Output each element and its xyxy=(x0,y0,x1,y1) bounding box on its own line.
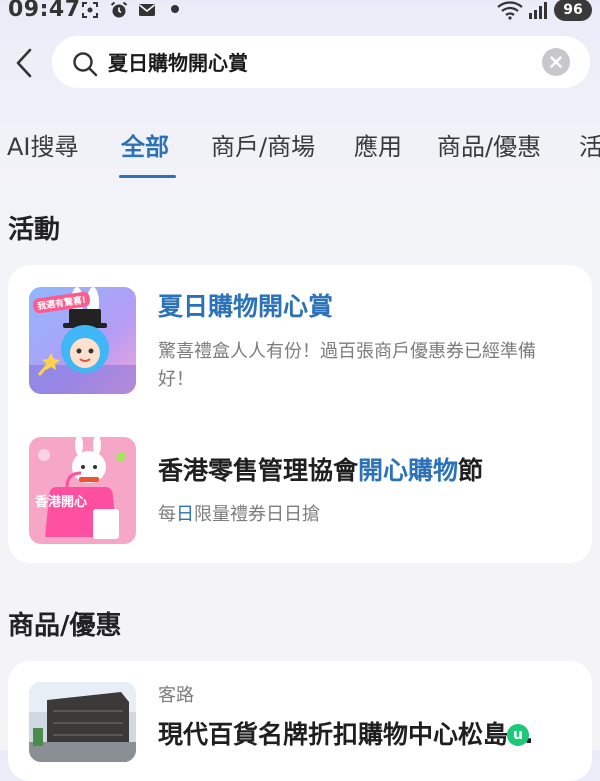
event-description: 驚喜禮盒人人有份！過百張商戶優惠券已經準備好！ xyxy=(158,341,536,390)
event-title[interactable]: 夏日購物開心賞 xyxy=(158,290,333,324)
tab-activities[interactable]: 活 xyxy=(579,131,600,163)
wifi-icon xyxy=(497,1,523,20)
festival-desc-highlight: 日 xyxy=(176,504,194,525)
status-bar: 09:47 96 xyxy=(0,0,600,24)
section-title-activities: 活動 xyxy=(8,215,61,245)
product-thumbnail[interactable] xyxy=(29,682,136,762)
festival-desc-suffix: 限量禮券日日搶 xyxy=(194,504,320,525)
back-button[interactable] xyxy=(10,46,40,80)
signal-icon xyxy=(529,2,547,19)
festival-description: 每日限量禮券日日搶 xyxy=(158,501,320,529)
tab-merchants[interactable]: 商戶/商場 xyxy=(211,131,315,163)
festival-desc-prefix: 每 xyxy=(158,504,176,525)
festival-thumbnail[interactable]: 香港開心 xyxy=(29,437,136,544)
tab-products-offers[interactable]: 商品/優惠 xyxy=(437,131,541,163)
festival-title[interactable]: 香港零售管理協會開心購物節 xyxy=(158,454,483,488)
festival-title-highlight: 開心購物 xyxy=(358,456,459,485)
tab-apps[interactable]: 應用 xyxy=(354,131,402,163)
product-category: 客路 xyxy=(158,685,194,706)
building-image xyxy=(29,682,136,762)
clear-search-button[interactable] xyxy=(542,48,570,76)
floating-chat-icon[interactable]: u xyxy=(507,724,529,746)
search-input[interactable]: 夏日購物開心賞 xyxy=(108,48,248,78)
thumbnail-badge: 香港開心 xyxy=(35,495,88,510)
section-title-products: 商品/優惠 xyxy=(8,611,122,641)
festival-title-suffix: 節 xyxy=(458,456,484,485)
battery-indicator: 96 xyxy=(554,0,592,21)
mail-icon xyxy=(139,4,155,16)
active-tab-indicator xyxy=(119,175,176,178)
notification-dot-icon xyxy=(171,5,179,13)
alarm-icon xyxy=(110,1,128,18)
tab-all[interactable]: 全部 xyxy=(121,131,169,163)
tab-ai-search[interactable]: AI搜尋 xyxy=(7,131,79,163)
product-title[interactable]: 現代百貨名牌折扣購物中心松島… xyxy=(158,718,533,752)
search-icon xyxy=(73,52,98,77)
shopping-bag-mascot-image xyxy=(29,437,136,544)
event-thumbnail[interactable]: 我選有驚喜! xyxy=(29,287,136,394)
status-time: 09:47 xyxy=(8,0,81,22)
festival-title-prefix: 香港零售管理協會 xyxy=(158,456,359,485)
screenshot-icon xyxy=(82,2,98,18)
